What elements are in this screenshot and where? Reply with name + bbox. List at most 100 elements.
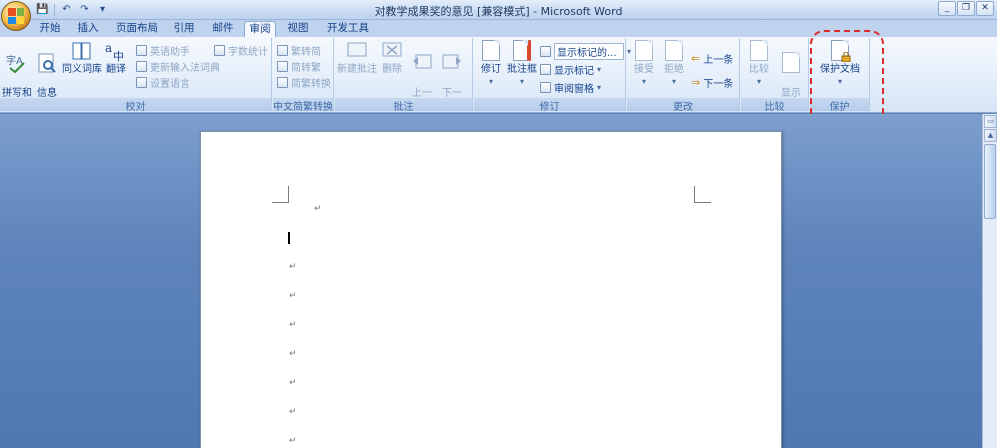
scroll-thumb[interactable] [984,144,996,219]
simp-to-trad-label: 简转繁 [291,63,321,74]
paragraph-mark: ↵ [289,407,297,417]
display-review-icon [540,46,551,57]
english-assistant-button[interactable]: 英语助手 [136,43,190,58]
thesaurus-icon [71,40,93,62]
track-changes-label: 修订 [481,64,501,75]
tab-mailings[interactable]: 邮件 [209,21,237,37]
scroll-up-icon[interactable]: ▲ [984,129,997,142]
margin-corner-top-right [694,186,711,203]
balloons-dropdown-icon: ▾ [519,77,524,86]
group-comments: 新建批注 删除 上一 条 下一 条 批注 [335,38,473,113]
paragraph-mark: ↵ [289,291,297,301]
display-for-review-select[interactable]: 显示标记的... ▾ [540,43,631,60]
next-change-icon: ⇒ [691,76,701,89]
show-markup-button[interactable]: 显示标记 ▾ [540,62,601,77]
text-cursor [288,232,290,244]
reject-icon [663,40,685,62]
word-count-label: 字数统计 [228,47,268,58]
office-logo-icon [8,8,24,24]
paragraph-mark: ↵ [289,349,297,359]
tracking-group-label: 修订 [474,98,625,113]
previous-change-icon: ⇐ [691,52,701,65]
english-assistant-label: 英语助手 [150,47,190,58]
tab-developer[interactable]: 开发工具 [324,21,372,37]
trad-to-simp-button[interactable]: 繁转简 [277,43,321,58]
changes-group-label: 更改 [627,98,739,113]
abc-check-icon: 字A [6,52,28,74]
accept-button[interactable]: 接受 ▾ [631,40,657,88]
new-comment-icon [346,40,368,62]
new-comment-label: 新建批注 [337,64,377,75]
comments-group-label: 批注 [335,98,472,113]
group-changes: 接受 ▾ 拒绝 ▾ ⇐ 上一条 ⇒ 下一条 更改 [627,38,740,113]
previous-change-button[interactable]: ⇐ 上一条 [691,51,733,66]
chinese-convert-label: 简繁转换 [291,79,331,90]
reviewing-pane-dropdown-icon: ▾ [597,83,602,92]
paragraph-mark: ↵ [289,436,297,446]
track-changes-icon [480,40,502,62]
simp-to-trad-icon [277,61,288,72]
show-markup-dropdown-icon: ▾ [597,65,602,74]
compare-group-label: 比较 [741,98,808,113]
reject-button[interactable]: 拒绝 ▾ [661,40,687,88]
restore-button[interactable]: ❐ [957,1,975,16]
reviewing-pane-button[interactable]: 审阅窗格 ▾ [540,80,601,95]
display-review-value: 显示标记的... [554,43,624,60]
document-page[interactable]: ↵ ↵ ↵ ↵ ↵ ↵ ↵ ↵ [200,131,782,448]
close-button[interactable]: ✕ [976,1,994,16]
new-comment-button[interactable]: 新建批注 [337,40,377,76]
research-icon [36,52,58,74]
thesaurus-button[interactable]: 同义词库 [62,40,102,76]
tab-page-layout[interactable]: 页面布局 [112,21,162,37]
compare-label: 比较 [749,64,769,75]
office-button[interactable] [1,1,31,31]
balloons-label: 批注框 [507,64,537,75]
delete-comment-label: 删除 [382,64,402,75]
group-tracking: 修订 ▾ 批注框 ▾ 显示标记的... ▾ 显示标记 ▾ 审阅窗格 ▾ 修订 [474,38,631,113]
delete-comment-icon [381,40,403,62]
track-changes-dropdown-icon: ▾ [488,77,493,86]
document-area: ↵ ↵ ↵ ↵ ↵ ↵ ↵ ↵ [0,114,982,448]
update-ime-icon [136,61,147,72]
update-ime-button[interactable]: 更新输入法词典 [136,59,220,74]
next-change-label: 下一条 [703,79,734,90]
svg-text:a: a [105,41,112,55]
tab-home[interactable]: 开始 [36,21,64,37]
update-ime-label: 更新输入法词典 [150,63,220,74]
translate-button[interactable]: a中 翻译 [104,40,128,76]
next-change-button[interactable]: ⇒ 下一条 [691,75,733,90]
reviewing-pane-icon [540,82,551,93]
group-chinese-conversion: 繁转简 简转繁 简繁转换 中文简繁转换 [273,38,334,113]
group-proofing: 字A 拼写和 语法 信息 检索 同义词库 a中 翻译 英语助手 更新输入法词典 … [0,38,272,113]
tab-insert[interactable]: 插入 [74,21,102,37]
compare-dropdown-icon: ▾ [756,77,761,86]
tab-references[interactable]: 引用 [170,21,198,37]
thesaurus-label: 同义词库 [62,64,102,75]
tab-view[interactable]: 视图 [284,21,312,37]
minimize-button[interactable]: _ [938,1,956,16]
delete-comment-button[interactable]: 删除 [379,40,405,76]
reject-dropdown-icon: ▾ [671,77,676,86]
balloons-button[interactable]: 批注框 ▾ [506,40,538,88]
chinese-convert-icon [277,77,288,88]
word-count-button[interactable]: 字数统计 [214,43,268,58]
simp-to-trad-button[interactable]: 简转繁 [277,59,321,74]
next-comment-icon [441,52,463,74]
trad-to-simp-icon [277,45,288,56]
set-language-button[interactable]: 设置语言 [136,75,190,90]
chinese-group-label: 中文简繁转换 [273,98,333,113]
vertical-scrollbar[interactable]: ▭ ▲ [982,114,997,448]
trad-to-simp-label: 繁转简 [291,47,321,58]
show-source-icon [780,52,802,74]
paragraph-mark: ↵ [289,320,297,330]
balloons-icon [511,40,533,62]
compare-button[interactable]: 比较 ▾ [745,40,773,88]
chinese-convert-button[interactable]: 简繁转换 [277,75,331,90]
ruler-toggle-icon[interactable]: ▭ [984,115,997,128]
compare-icon [748,40,770,62]
track-changes-button[interactable]: 修订 ▾ [478,40,504,88]
proofing-group-label: 校对 [0,98,271,113]
tab-review[interactable]: 审阅 [244,21,276,37]
svg-text:中: 中 [113,50,124,62]
word-count-icon [214,45,225,56]
